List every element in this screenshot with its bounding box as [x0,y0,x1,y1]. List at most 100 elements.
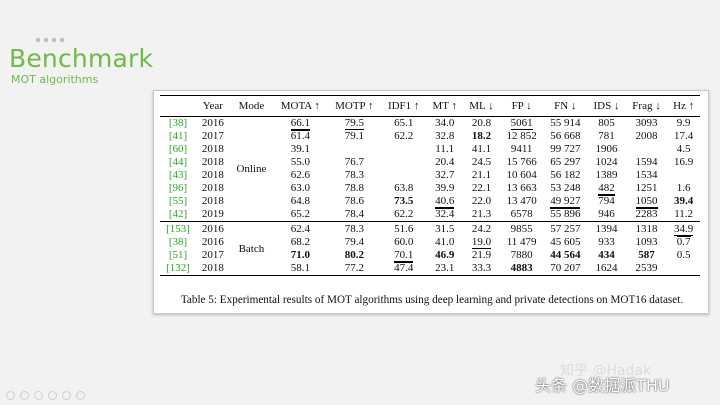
reference-link[interactable]: [41] [160,130,196,143]
reference-link[interactable]: [96] [160,182,196,195]
table-cell [381,143,426,156]
column-header: Year [202,100,223,112]
slide-title: Benchmark [9,44,154,73]
table-cell: 32.7 [426,169,463,182]
cell-value: 23.1 [435,262,455,274]
table-cell: 78.4 [328,208,382,222]
slide-subtitle: MOT algorithms [11,73,99,86]
table-cell: 9411 [500,143,544,156]
cell-value: 39.1 [290,143,310,155]
cell-value: 73.5 [394,195,414,207]
table-cell: 62.4 [273,221,328,236]
reference-label: [42] [168,208,188,220]
table-cell: 78.8 [328,182,382,195]
cell-value: 21.3 [471,208,492,220]
cell-value: 7880 [510,249,533,261]
cell-value: 1050 [635,195,658,208]
reference-link[interactable]: [55] [160,195,196,208]
table-cell: 39.4 [667,195,700,208]
reference-link[interactable]: [132] [160,262,196,276]
cell-value: 2018 [201,156,224,168]
table-cell: 1318 [625,221,668,236]
table-cell: 34.0 [426,117,463,131]
reference-label: [41] [168,130,188,142]
table-cell: 32.4 [426,208,463,222]
cell-value: 34.0 [435,117,455,129]
cell-value: 62.2 [394,130,414,142]
cell-value: 78.3 [344,223,364,235]
toolbar-button[interactable] [34,391,43,400]
cell-value: 55.0 [290,156,310,168]
cell-value: 80.2 [344,249,364,261]
cell-value: 805 [598,117,615,129]
cell-value: 1093 [635,236,658,248]
reference-link[interactable]: [38] [160,117,196,131]
toolbar-button[interactable] [20,391,29,400]
reference-link[interactable]: [42] [160,208,196,222]
table-cell: 34.9 [667,221,700,236]
cell-value: 77.2 [344,262,364,274]
cell-value: 2016 [201,236,224,248]
table-cell: 11.2 [667,208,700,222]
cell-value: 2018 [201,262,224,274]
table-cell: 805 [587,117,626,131]
reference-link[interactable]: [153] [160,221,196,236]
cell-value: 46.9 [435,249,455,261]
table-cell: 1594 [626,156,668,169]
table-cell: 1534 [626,169,668,182]
toolbar-button[interactable] [6,391,15,400]
cell-value: 51.6 [394,223,414,235]
table-cell: 2018 [196,156,230,169]
table-cell: 15 766 [500,156,544,169]
cell-value: 11.1 [435,143,455,155]
table-cell: 70.1 [381,249,426,262]
table-cell: 79.1 [328,130,382,143]
cell-value: 39.9 [435,182,455,194]
cell-value: 70.1 [394,249,414,262]
table-cell: 62.2 [381,130,426,143]
table-cell: 65.1 [381,117,426,131]
table-cell: 53 248 [543,182,587,195]
table-cell: 18.2 [463,130,500,143]
reference-link[interactable]: [51] [160,249,196,262]
table-cell: 41.1 [463,143,500,156]
cell-value: 39.4 [674,195,694,207]
table-cell: 21.1 [463,169,500,182]
table-cell: 57 257 [543,221,588,236]
table-cell: 60.0 [381,236,426,249]
table-cell: 22.0 [463,195,500,208]
column-header: MT ↑ [432,100,457,112]
reference-link[interactable]: [44] [160,156,196,169]
cell-value: 9411 [510,143,533,155]
reference-link[interactable]: [43] [160,169,196,182]
toolbar-button[interactable] [48,391,57,400]
slide-toolbar [6,391,85,400]
cell-value: 1.6 [676,182,691,194]
batch-group: [153] 2016 Batch 62.4 78.3 51.6 31.5 24.2 9855 57… [160,221,700,276]
cell-value: 78.3 [344,169,364,181]
cell-value: 2016 [201,223,224,235]
table-cell: 2018 [196,143,230,156]
table-cell: 55.0 [273,156,327,169]
cell-value: 1394 [595,223,618,235]
table-cell: 2018 [196,262,230,276]
toolbar-button[interactable] [76,391,85,400]
cell-value: 79.5 [344,117,364,130]
toolbar-button[interactable] [62,391,71,400]
cell-value: 32.8 [435,130,455,142]
table-cell: 39.1 [273,143,327,156]
table-cell: 2016 [196,236,230,249]
table-cell: 24.2 [463,221,500,236]
table-cell: 68.2 [273,236,327,249]
mode-cell: Batch [229,221,274,276]
table-cell: 11 479 [500,236,544,249]
table-cell: 32.8 [426,130,463,143]
cell-value: 45 605 [550,236,581,248]
cell-value: 55 914 [550,117,581,129]
reference-label: [153] [166,223,190,235]
reference-link[interactable]: [38] [160,236,196,249]
reference-link[interactable]: [60] [160,143,196,156]
column-header: MOTP ↑ [335,100,374,112]
cell-value: 44 564 [550,249,581,261]
table-cell [328,143,382,156]
